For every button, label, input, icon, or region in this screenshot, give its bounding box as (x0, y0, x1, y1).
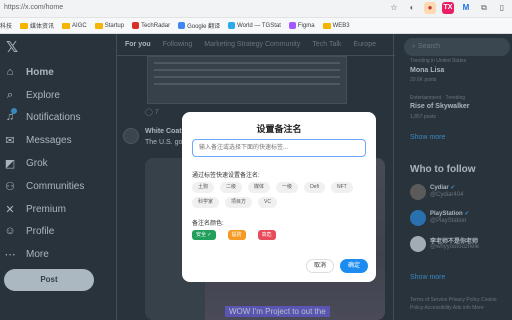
google-translate-icon (178, 22, 186, 29)
tag-chip[interactable]: 科学家 (192, 197, 220, 208)
sidebar-icon[interactable]: ▯ (496, 2, 508, 14)
puzzle-icon[interactable]: ⧉ (478, 2, 490, 14)
color-danger-button[interactable]: 高危 (257, 230, 276, 240)
browser-toolbar-icons: ☆ ◐ ● TX M ⧉ ▯ (388, 2, 508, 14)
tag-chip[interactable]: 一级 (276, 182, 299, 193)
confirm-button[interactable]: 确定 (340, 259, 368, 273)
bookmark-item[interactable]: 媒体资讯 (20, 21, 54, 30)
dialog-title: 设置备注名 (256, 124, 302, 134)
tgstat-icon (228, 22, 236, 29)
remark-name-dialog: 设置备注名 通过标签快速设置备注名: 土狗 二级 媒体 一级 Defi NFT … (182, 112, 376, 282)
remark-input[interactable] (192, 139, 366, 157)
tag-chip[interactable]: 二级 (220, 182, 243, 193)
tx-extension-icon[interactable]: TX (442, 2, 454, 14)
quick-tag-label: 通过标签快速设置备注名: (192, 173, 260, 179)
bookmark-item[interactable]: Google 翻译 (178, 21, 220, 30)
url-text[interactable]: https://x.com/home (4, 4, 63, 11)
color-watch-button[interactable]: 提防 (227, 230, 246, 240)
figma-icon (288, 22, 296, 29)
bookmark-item[interactable]: World — TGStat (228, 22, 281, 29)
profile-icon[interactable]: ◐ (406, 2, 418, 14)
bookmark-item[interactable]: WEB3 (322, 22, 350, 29)
cancel-button[interactable]: 取消 (306, 259, 334, 273)
bookmark-item[interactable]: Figma (288, 22, 315, 29)
tag-chip[interactable]: 媒体 (248, 182, 271, 193)
color-safe-button[interactable]: 安全 ✓ (192, 230, 216, 240)
folder-icon (94, 22, 103, 29)
color-options: 安全 ✓ 提防 高危 (192, 230, 276, 240)
techradar-icon (132, 22, 140, 29)
folder-icon (322, 22, 331, 29)
tag-chip[interactable]: Defi (304, 182, 325, 193)
bookmark-item[interactable]: 科技 (0, 21, 12, 30)
tag-chip[interactable]: NFT (330, 182, 353, 193)
bookmark-item[interactable]: AIGC (62, 22, 87, 29)
bookmark-item[interactable]: TechRadar (132, 22, 170, 29)
color-label: 备注名颜色: (192, 221, 224, 227)
bookmark-item[interactable]: Startup (94, 22, 124, 29)
m-extension-icon[interactable]: M (460, 2, 472, 14)
tag-chip[interactable]: 土狗 (192, 182, 215, 193)
address-bar[interactable]: https://x.com/home ☆ ◐ ● TX M ⧉ ▯ (0, 0, 512, 18)
tag-chips: 土狗 二级 媒体 一级 Defi NFT 科学家 项目方 VC (192, 182, 366, 208)
browser-chrome: https://x.com/home ☆ ◐ ● TX M ⧉ ▯ 科技 媒体资… (0, 0, 512, 34)
extension-orange-icon[interactable]: ● (424, 2, 436, 14)
folder-icon (20, 22, 29, 29)
tag-chip[interactable]: 项目方 (225, 197, 253, 208)
folder-icon (62, 22, 71, 29)
bookmarks-bar: 科技 媒体资讯 AIGC Startup TechRadar Google 翻译… (0, 18, 512, 34)
star-icon[interactable]: ☆ (388, 2, 400, 14)
dialog-footer: 取消 确定 (182, 259, 376, 282)
tag-chip[interactable]: VC (258, 197, 277, 208)
